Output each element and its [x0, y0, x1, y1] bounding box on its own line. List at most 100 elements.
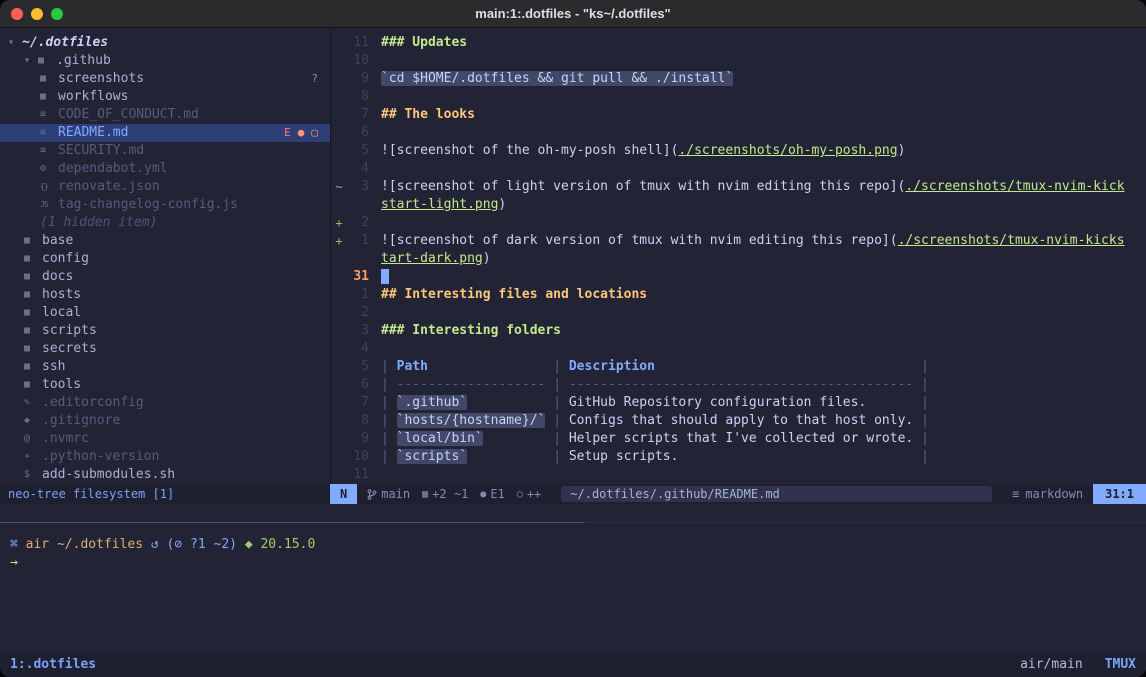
tree-item-label: hosts [42, 286, 81, 304]
editor-line[interactable]: 8 [331, 88, 1146, 106]
editorconfig-icon: ✎ [24, 394, 42, 412]
tree-item[interactable]: ■tools [0, 376, 330, 394]
text-segment: | [913, 377, 929, 392]
zoom-button[interactable] [51, 8, 63, 20]
text-segment: Helper scripts that I've collected or wr… [569, 431, 913, 446]
folder-icon: ■ [24, 232, 42, 250]
text-segment: GitHub Repository configuration files. [569, 395, 866, 410]
markdown-file-icon: ≡ [40, 106, 58, 124]
tree-item[interactable]: ✎.editorconfig [0, 394, 330, 412]
tmux-window-1[interactable]: 1:.dotfiles [10, 657, 96, 672]
tree-item[interactable]: ⚙dependabot.yml [0, 160, 330, 178]
editor-line[interactable]: 10 [331, 52, 1146, 70]
gutter-sign [331, 88, 347, 106]
editor-line[interactable]: 6 [331, 124, 1146, 142]
editor-line[interactable]: 9| `local/bin` | Helper scripts that I'v… [331, 430, 1146, 448]
tree-item[interactable]: ≡CODE_OF_CONDUCT.md [0, 106, 330, 124]
nvim-pane: ▾~/.dotfiles▾■.github■screenshots?■workf… [0, 28, 1146, 484]
editor-line[interactable]: 7| `.github` | GitHub Repository configu… [331, 394, 1146, 412]
editor-line[interactable]: ~3![screenshot of light version of tmux … [331, 178, 1146, 196]
editor-line[interactable]: +2 [331, 214, 1146, 232]
editor-line[interactable]: 31 [331, 268, 1146, 286]
editor-line[interactable]: 5| Path | Description | [331, 358, 1146, 376]
tree-item[interactable]: JStag-changelog-config.js [0, 196, 330, 214]
git-untracked-badge: ? [311, 70, 318, 88]
gutter-sign [331, 412, 347, 430]
editor-line[interactable]: start-light.png) [331, 196, 1146, 214]
tree-item[interactable]: ▾■.github [0, 52, 330, 70]
tree-item-label: local [42, 304, 81, 322]
tmux-session-name: air/main [1020, 657, 1083, 672]
editor-line[interactable]: 7## The looks [331, 106, 1146, 124]
minimize-button[interactable] [31, 8, 43, 20]
markdown-link-url[interactable]: tart-dark.png [381, 251, 483, 266]
shell-input-line[interactable]: → [10, 554, 1136, 572]
js-icon: JS [40, 196, 58, 214]
gutter-sign [331, 250, 347, 268]
tree-item[interactable]: ■secrets [0, 340, 330, 358]
editor-line[interactable]: +1![screenshot of dark version of tmux w… [331, 232, 1146, 250]
tree-item-label: config [42, 250, 89, 268]
tree-item[interactable]: ■base [0, 232, 330, 250]
text-segment: | [381, 359, 397, 374]
line-content: ### Interesting folders [381, 322, 561, 340]
tree-item[interactable]: ■scripts [0, 322, 330, 340]
text-segment: | [553, 431, 569, 446]
editor-line[interactable]: 10| `scripts` | Setup scripts. | [331, 448, 1146, 466]
tree-item[interactable]: ◆.gitignore [0, 412, 330, 430]
shell-pane[interactable]: ⌘ air ~/.dotfiles ↺ (⊘ ?1 ~2) ◆ 20.15.0 … [0, 523, 1146, 651]
modified-badge: ● [298, 124, 305, 142]
editor-line[interactable]: 11 [331, 466, 1146, 484]
editor-line[interactable]: 3### Interesting folders [331, 322, 1146, 340]
tree-item[interactable]: ≡README.mdE●▢ [0, 124, 330, 142]
line-number: 11 [347, 466, 381, 484]
tree-item[interactable]: ■hosts [0, 286, 330, 304]
tree-item[interactable]: ■ssh [0, 358, 330, 376]
close-button[interactable] [11, 8, 23, 20]
mode-indicator: N [330, 484, 357, 504]
tree-item[interactable]: ■docs [0, 268, 330, 286]
markdown-link-url[interactable]: ./screenshots/oh-my-posh.png [678, 143, 897, 158]
window-title: main:1:.dotfiles - "ks~/.dotfiles" [0, 6, 1146, 21]
tree-item[interactable]: (1 hidden item) [0, 214, 330, 232]
line-content: ## Interesting files and locations [381, 286, 647, 304]
text-segment: ------------------- [397, 377, 546, 392]
editor-line[interactable]: 4 [331, 160, 1146, 178]
text-segment [467, 395, 553, 410]
tree-item[interactable]: ■local [0, 304, 330, 322]
line-number: 7 [347, 394, 381, 412]
text-segment: | [381, 377, 397, 392]
line-number: 8 [347, 88, 381, 106]
editor-line[interactable]: 8| `hosts/{hostname}/` | Configs that sh… [331, 412, 1146, 430]
editor-line[interactable]: 1## Interesting files and locations [331, 286, 1146, 304]
tree-item[interactable]: ■workflows [0, 88, 330, 106]
tree-item[interactable]: ■screenshots? [0, 70, 330, 88]
tree-item[interactable]: ▾~/.dotfiles [0, 34, 330, 52]
tree-item[interactable]: {}renovate.json [0, 178, 330, 196]
tree-item[interactable]: ■config [0, 250, 330, 268]
gutter-sign [331, 376, 347, 394]
editor-line[interactable]: tart-dark.png) [331, 250, 1146, 268]
editor-line[interactable]: 4 [331, 340, 1146, 358]
folder-icon: ■ [24, 340, 42, 358]
markdown-link-url[interactable]: ./screenshots/tmux-nvim-kick [905, 179, 1124, 194]
editor-lines: 11### Updates 10 9`cd $HOME/.dotfiles &&… [331, 34, 1146, 484]
line-content: | `hosts/{hostname}/` | Configs that sho… [381, 412, 929, 430]
markdown-link-url[interactable]: ./screenshots/tmux-nvim-kicks [898, 233, 1125, 248]
editor-line[interactable]: 9`cd $HOME/.dotfiles && git pull && ./in… [331, 70, 1146, 88]
tree-item[interactable]: @.nvmrc [0, 430, 330, 448]
tree-item-label: screenshots [58, 70, 144, 88]
editor-line[interactable]: 11### Updates [331, 34, 1146, 52]
text-segment [467, 449, 553, 464]
tree-item[interactable]: ∗.python-version [0, 448, 330, 466]
line-number: 10 [347, 52, 381, 70]
editor-line[interactable]: 2 [331, 304, 1146, 322]
markdown-link-url[interactable]: start-light.png [381, 197, 498, 212]
editor-line[interactable]: 6| ------------------- | ---------------… [331, 376, 1146, 394]
tree-item[interactable]: $add-submodules.sh [0, 466, 330, 484]
line-content: ![screenshot of the oh-my-posh shell](./… [381, 142, 905, 160]
editor-line[interactable]: 5![screenshot of the oh-my-posh shell](.… [331, 142, 1146, 160]
gutter-sign [331, 52, 347, 70]
tree-item[interactable]: ≡SECURITY.md [0, 142, 330, 160]
editor-panel[interactable]: 11### Updates 10 9`cd $HOME/.dotfiles &&… [330, 28, 1146, 484]
